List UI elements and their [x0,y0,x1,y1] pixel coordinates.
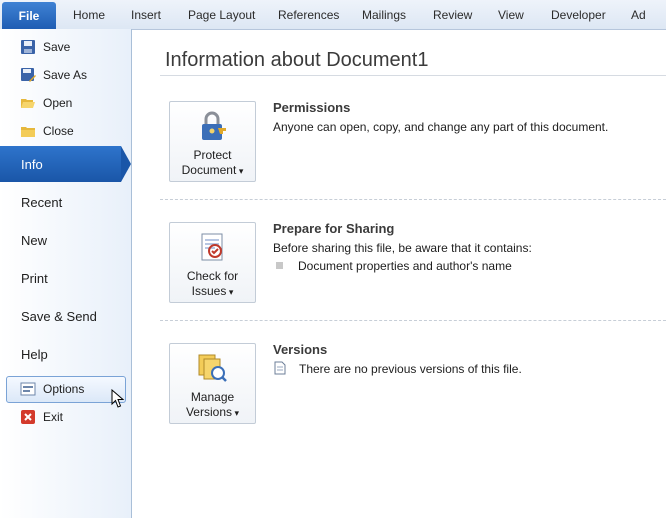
nav-info[interactable]: Info [21,157,43,172]
versions-text: There are no previous versions of this f… [299,362,522,376]
tab-view[interactable]: View [498,3,524,27]
protect-line1: Protect [193,148,232,162]
nav-save-send[interactable]: Save & Send [21,305,97,327]
bullet-icon [276,262,283,269]
check-line2: Issues [170,284,255,300]
close-label: Close [43,124,74,138]
file-tab[interactable]: File [2,2,56,29]
exit-command[interactable]: Exit [20,406,63,428]
versions-heading: Versions [273,342,328,357]
mouse-pointer-icon [111,389,125,409]
save-command[interactable]: Save [20,36,70,58]
save-icon [20,39,36,55]
sharing-bullet: Document properties and author's name [298,259,512,273]
options-command[interactable]: Options [20,378,84,400]
lock-icon [196,110,228,142]
protect-line2: Document [170,163,255,179]
inspect-document-icon [196,231,228,263]
tab-review[interactable]: Review [433,3,472,27]
page-title: Information about Document1 [165,49,429,71]
tab-insert[interactable]: Insert [131,3,161,27]
section-divider-2 [160,320,666,321]
tab-add-ins[interactable]: Ad [631,3,646,27]
open-label: Open [43,96,73,110]
document-icon [274,361,286,375]
tab-developer[interactable]: Developer [551,3,606,27]
close-folder-icon [20,123,36,139]
sharing-text: Before sharing this file, be aware that … [273,241,532,255]
open-folder-icon [20,95,36,111]
tab-references[interactable]: References [278,3,339,27]
exit-label: Exit [43,410,64,424]
tab-page-layout[interactable]: Page Layout [188,3,255,27]
save-as-label: Save As [43,68,88,82]
close-command[interactable]: Close [20,120,74,142]
exit-icon [20,409,36,425]
open-command[interactable]: Open [20,92,72,114]
nav-info-selected[interactable] [0,146,131,182]
versions-icon [196,352,228,384]
nav-new[interactable]: New [21,229,47,251]
versions-line1: Manage [190,390,235,404]
check-for-issues-button[interactable]: Check for Issues [169,222,256,303]
manage-versions-button[interactable]: Manage Versions [169,343,256,424]
sharing-heading: Prepare for Sharing [273,221,395,236]
section-divider-1 [160,199,666,200]
save-label: Save [43,40,71,54]
save-as-command[interactable]: Save As [20,64,87,86]
nav-recent[interactable]: Recent [21,191,62,213]
permissions-text: Anyone can open, copy, and change any pa… [273,120,609,134]
versions-line2: Versions [170,405,255,421]
permissions-heading: Permissions [273,100,351,115]
save-as-icon [20,67,36,83]
nav-help[interactable]: Help [21,343,48,365]
backstage-menu: Save Save As Open Close Info Recent New … [0,29,132,518]
check-line1: Check for [186,269,239,283]
options-label: Options [43,382,85,396]
ribbon-tab-bar: File Home Insert Page Layout References … [0,0,666,30]
title-divider [160,75,666,76]
tab-mailings[interactable]: Mailings [362,3,406,27]
options-icon [20,381,36,397]
nav-print[interactable]: Print [21,267,48,289]
tab-home[interactable]: Home [73,3,105,27]
protect-document-button[interactable]: Protect Document [169,101,256,182]
